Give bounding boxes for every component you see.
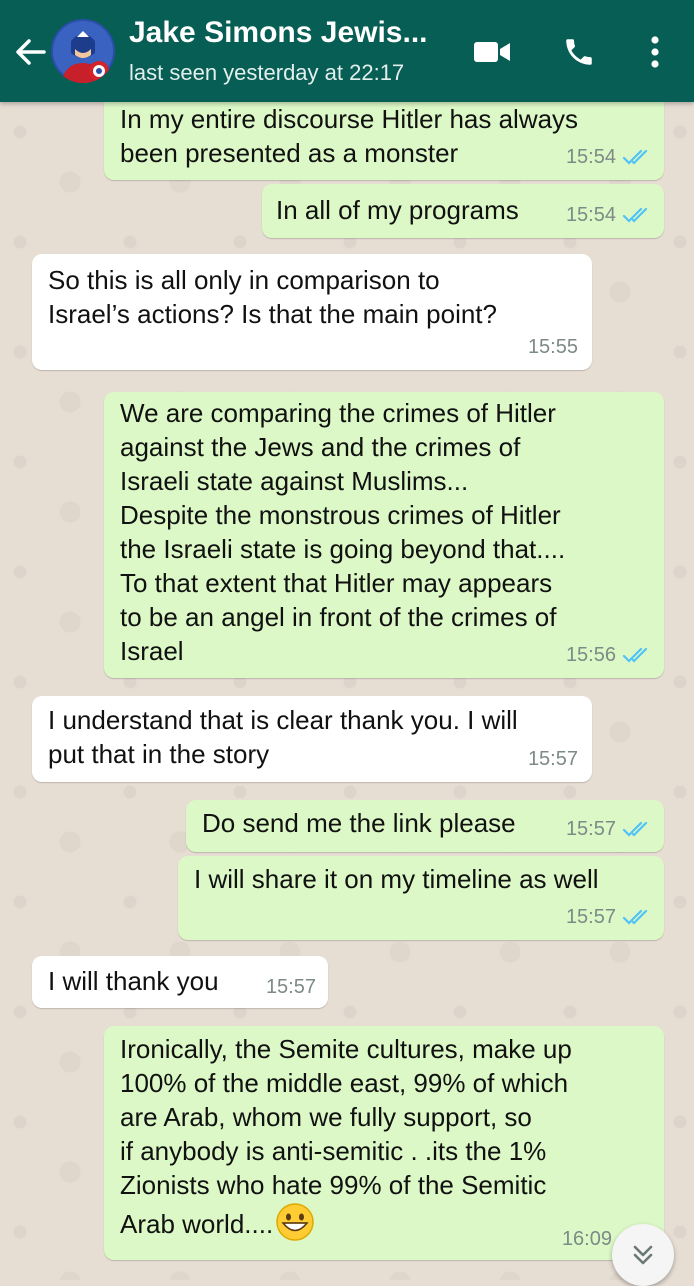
message-outgoing[interactable]: We are comparing the crimes of Hitler ag… (104, 392, 664, 678)
message-outgoing[interactable]: In my entire discourse Hitler has always… (104, 102, 664, 180)
read-ticks-icon (622, 149, 648, 165)
video-call-icon[interactable] (470, 30, 514, 74)
message-outgoing[interactable]: In all of my programs 15:54 (262, 184, 664, 238)
last-seen-status: last seen yesterday at 22:17 (129, 60, 405, 85)
message-text: I will thank you (48, 966, 219, 996)
message-text: Ironically, the Semite cultures, make up… (120, 1032, 572, 1242)
message-time: 15:57 (265, 976, 316, 998)
message-text: I understand that is clear thank you. I … (48, 705, 518, 769)
message-text: So this is all only in comparison to Isr… (48, 265, 497, 329)
message-outgoing[interactable]: Ironically, the Semite cultures, make up… (104, 1026, 664, 1260)
read-ticks-icon (622, 909, 648, 925)
grinning-face-emoji (275, 1202, 315, 1242)
message-meta: 16:09 (562, 1222, 612, 1256)
read-ticks-icon (622, 207, 648, 223)
message-meta: 15:54 (566, 198, 652, 232)
more-vert-icon[interactable] (633, 30, 677, 74)
message-time: 15:57 (565, 818, 616, 840)
message-time: 15:55 (527, 336, 578, 358)
message-time: 15:54 (565, 204, 616, 226)
message-meta: 15:56 (566, 638, 652, 672)
message-meta: 15:55 (528, 330, 578, 364)
message-text: We are comparing the crimes of Hitler ag… (120, 398, 566, 666)
message-text: Do send me the link please (202, 808, 516, 838)
message-time: 15:54 (565, 146, 616, 168)
message-time: 16:09 (561, 1228, 612, 1250)
avatar[interactable] (51, 19, 115, 83)
read-ticks-icon (622, 647, 648, 663)
message-incoming[interactable]: So this is all only in comparison to Isr… (32, 254, 592, 370)
message-text: In all of my programs (276, 195, 519, 225)
message-list[interactable]: In my entire discourse Hitler has always… (0, 102, 694, 1280)
message-meta: 15:57 (266, 970, 316, 1004)
message-meta: 15:57 (566, 812, 652, 846)
message-time: 15:57 (565, 906, 616, 928)
message-outgoing[interactable]: Do send me the link please 15:57 (186, 800, 664, 852)
message-incoming[interactable]: I will thank you 15:57 (32, 956, 328, 1008)
message-time: 15:56 (565, 644, 616, 666)
message-outgoing[interactable]: I will share it on my timeline as well 1… (178, 856, 664, 940)
message-text: In my entire discourse Hitler has always… (120, 104, 579, 168)
message-text: I will share it on my timeline as well (194, 864, 599, 894)
scroll-to-bottom-button[interactable] (612, 1224, 674, 1286)
message-text-content: Ironically, the Semite cultures, make up… (120, 1034, 572, 1239)
contact-name[interactable]: Jake Simons Jewis... (129, 16, 428, 50)
message-meta: 15:54 (566, 140, 652, 174)
phone-icon[interactable] (557, 30, 601, 74)
message-incoming[interactable]: I understand that is clear thank you. I … (32, 696, 592, 782)
back-arrow-icon[interactable] (10, 32, 50, 72)
message-meta: 15:57 (528, 742, 578, 776)
double-chevron-down-icon (633, 1245, 653, 1265)
message-time: 15:57 (527, 748, 578, 770)
read-ticks-icon (622, 821, 648, 837)
message-meta: 15:57 (566, 900, 652, 934)
chat-header: Jake Simons Jewis... last seen yesterday… (0, 0, 694, 102)
